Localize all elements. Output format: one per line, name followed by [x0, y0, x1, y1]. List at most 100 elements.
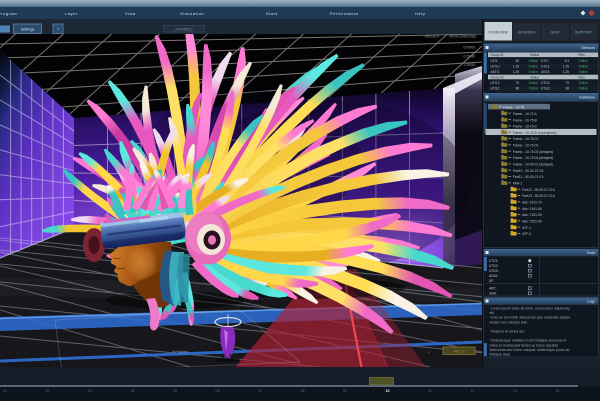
- svg-text:75: 75: [565, 81, 569, 85]
- svg-text:1.25: 1.25: [563, 65, 569, 69]
- svg-text:Frame - 10-75-C: Frame - 10-75-C: [513, 125, 538, 129]
- svg-text:PROJECT: PROJECT: [425, 35, 440, 39]
- svg-text:-Pellentesque habitant morbi t: -Pellentesque habitant morbi tristique s…: [490, 339, 567, 343]
- svg-text:Ads: 0141-70: Ads: 0141-70: [522, 201, 542, 205]
- svg-text:Status: Status: [530, 75, 539, 79]
- svg-text:Ads: 7151-50: Ads: 7151-50: [522, 213, 542, 217]
- svg-text:ANT:: ANT:: [489, 287, 496, 291]
- svg-text:ANT3:: ANT3:: [491, 70, 500, 74]
- svg-text:Frame - 10-75-04 (delayed): Frame - 10-75-04 (delayed): [513, 156, 553, 160]
- svg-text:Tools: Tools: [586, 251, 595, 255]
- svg-text:Settings: Settings: [21, 28, 35, 32]
- svg-text:UTG1:: UTG1:: [541, 65, 551, 69]
- svg-text:0.98410: 0.98410: [463, 71, 475, 75]
- svg-text:UTG1:: UTG1:: [541, 81, 551, 85]
- svg-text:Files: Files: [578, 75, 585, 79]
- svg-text:Simulation: Simulation: [180, 11, 204, 16]
- svg-text:Part10 - 90-00-07-01:: Part10 - 90-00-07-01:: [513, 169, 545, 173]
- svg-text:Online: Online: [529, 65, 538, 69]
- svg-text:Stats: Stats: [266, 11, 278, 16]
- svg-text:Layer: Layer: [65, 11, 78, 16]
- svg-text:UTG:: UTG:: [541, 59, 549, 63]
- svg-text:elit.: elit.: [490, 311, 495, 315]
- svg-text:03: 03: [88, 389, 92, 393]
- svg-text:11: 11: [428, 389, 432, 393]
- svg-text:06: 06: [216, 389, 220, 393]
- svg-text:Frame - 10-92-01 (delayed): Frame - 10-92-01 (delayed): [513, 163, 553, 167]
- svg-text:Sensors: Sensors: [581, 46, 595, 50]
- svg-text:98: 98: [565, 87, 569, 91]
- svg-text:SENSORS: SENSORS: [518, 31, 536, 35]
- svg-text:Program: Program: [0, 11, 17, 16]
- svg-text:Frame - 10-75-03 (delayed): Frame - 10-75-03 (delayed): [513, 150, 553, 154]
- svg-text:Ads: 7251-50: Ads: 7251-50: [522, 220, 542, 224]
- svg-text:SUPPORT: SUPPORT: [575, 31, 592, 35]
- svg-text:09: 09: [343, 389, 347, 393]
- svg-text:-Lorem ipsum dolor sit amet, c: -Lorem ipsum dolor sit amet, consectetur…: [490, 307, 570, 311]
- svg-text:5.3: 5.3: [565, 59, 570, 63]
- svg-text:0.00000: 0.00000: [463, 46, 475, 50]
- svg-text:Online: Online: [529, 87, 538, 91]
- svg-text:Part12 - 90-00-07-07a: Part12 - 90-00-07-07a: [522, 188, 555, 192]
- svg-text:Status: Status: [530, 53, 539, 57]
- svg-text:Online: Online: [579, 81, 588, 85]
- svg-text:PAR-1: PAR-1: [513, 182, 523, 186]
- svg-text:UTG1:: UTG1:: [491, 81, 501, 85]
- svg-text:ATF-2: ATF-2: [522, 232, 531, 236]
- svg-text:Frame - 10-75-02: Frame - 10-75-02: [513, 144, 539, 148]
- svg-text:1.25: 1.25: [563, 70, 569, 74]
- svg-text:-1.33020: -1.33020: [462, 63, 475, 67]
- svg-text:UTG2:: UTG2:: [541, 87, 551, 91]
- svg-text:Database: Database: [579, 96, 595, 100]
- svg-text:0.20140: 0.20140: [463, 55, 475, 59]
- svg-text:30: 30: [515, 59, 519, 63]
- svg-text:+: +: [428, 351, 430, 355]
- svg-text:UTG1:: UTG1:: [491, 65, 501, 69]
- svg-text:?: ?: [57, 28, 59, 32]
- svg-text:Ads: 0141-50: Ads: 0141-50: [522, 207, 542, 211]
- svg-text:01: 01: [3, 389, 7, 393]
- svg-text:05: 05: [173, 389, 177, 393]
- svg-text:14: 14: [556, 389, 560, 393]
- svg-text:netus et malesuada fames ac tu: netus et malesuada fames ac turpis egest…: [490, 343, 559, 347]
- svg-text:Frame - 10-75-A: Frame - 10-75-A: [513, 112, 538, 116]
- svg-text:08: 08: [301, 389, 305, 393]
- svg-text:OVERVIEW: OVERVIEW: [488, 31, 508, 35]
- svg-text:Frame - 10-75-D (in progress): Frame - 10-75-D (in progress): [513, 131, 557, 135]
- svg-text:1.25: 1.25: [513, 70, 519, 74]
- svg-text:Nullam sed ultricies felis.: Nullam sed ultricies felis.: [490, 320, 529, 324]
- svg-text:Online: Online: [579, 59, 588, 63]
- svg-text:UTG2:: UTG2:: [489, 264, 499, 268]
- svg-text:Part11 - 90-00-07-01:: Part11 - 90-00-07-01:: [513, 175, 544, 179]
- svg-text:Logs: Logs: [587, 300, 595, 304]
- svg-text:Group 01: Group 01: [491, 53, 505, 57]
- svg-text:GRID: GRID: [551, 31, 561, 35]
- svg-text:Files: Files: [578, 53, 585, 57]
- svg-text:UTG2:: UTG2:: [491, 87, 501, 91]
- svg-text:-Vivamus at varius dui.: -Vivamus at varius dui.: [490, 330, 525, 334]
- svg-text:Online: Online: [529, 70, 538, 74]
- svg-text:DF:: DF:: [489, 279, 494, 283]
- svg-text:Online: Online: [529, 59, 538, 63]
- svg-text:Performance: Performance: [330, 11, 359, 16]
- svg-text:13: 13: [513, 389, 517, 393]
- svg-text:UTG3:: UTG3:: [489, 269, 499, 273]
- svg-text:Online: Online: [579, 87, 588, 91]
- svg-text:Online: Online: [579, 70, 588, 74]
- svg-text:-Cras ac dui mollit. Maecenas: -Cras ac dui mollit. Maecenas quis venen…: [490, 316, 572, 320]
- svg-text:07: 07: [258, 389, 262, 393]
- svg-text:ATF-1: ATF-1: [522, 226, 531, 230]
- svg-text:10: 10: [386, 389, 390, 393]
- svg-text:ADVANCED: ADVANCED: [175, 27, 193, 31]
- svg-text:Frame - 10-75-B: Frame - 10-75-B: [513, 118, 538, 122]
- svg-text:tristique dolor.: tristique dolor.: [490, 353, 512, 357]
- svg-text:Group 02: Group 02: [491, 75, 505, 79]
- svg-text:Frame - 10-75-01: Frame - 10-75-01: [513, 137, 539, 141]
- svg-text:Help: Help: [415, 11, 426, 16]
- svg-text:Maecenas sed lorem volutpat, s: Maecenas sed lorem volutpat, scelerisque…: [490, 348, 571, 352]
- svg-text:AG42:: AG42:: [489, 274, 498, 278]
- svg-text:98: 98: [515, 87, 519, 91]
- svg-text:View: View: [125, 11, 136, 16]
- svg-text:ANT3:: ANT3:: [541, 70, 550, 74]
- svg-text:3DVW (1920/1080): 3DVW (1920/1080): [449, 35, 476, 39]
